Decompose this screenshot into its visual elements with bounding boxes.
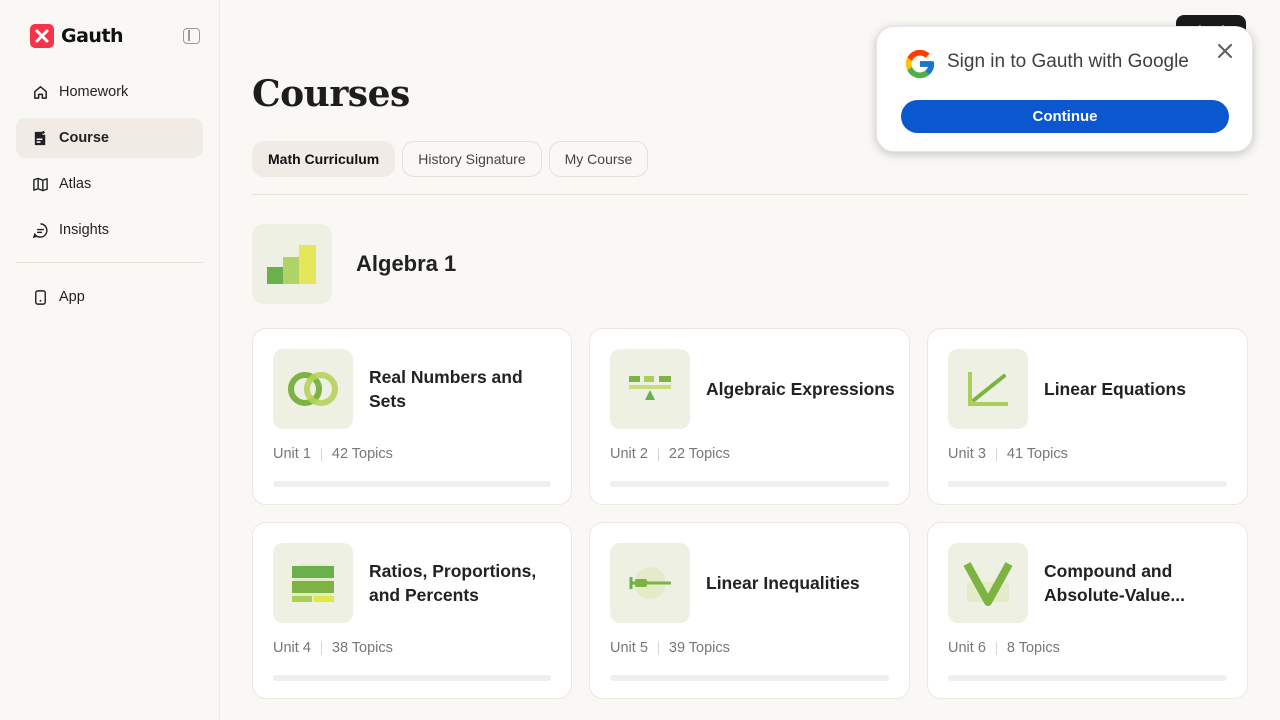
unit-number: Unit 5 (610, 640, 648, 656)
unit-card[interactable]: Ratios, Proportions, and Percents Unit 4… (252, 522, 572, 699)
unit-progress-bar (273, 675, 551, 681)
sidebar-item-label: Homework (59, 84, 129, 100)
map-icon (33, 177, 48, 191)
unit-number: Unit 2 (610, 446, 648, 462)
unit-number: Unit 4 (273, 640, 311, 656)
tab-math-curriculum[interactable]: Math Curriculum (252, 141, 396, 177)
sidebar-item-homework[interactable]: Homework (16, 72, 203, 112)
phone-icon (35, 289, 46, 305)
sidebar: Gauth Homework Course Atlas Insights App (0, 0, 220, 720)
sidebar-item-label: Course (59, 130, 109, 146)
insights-icon (32, 222, 48, 238)
unit-topics: 39 Topics (668, 640, 730, 656)
unit-topics: 38 Topics (331, 640, 393, 656)
sidebar-item-insights[interactable]: Insights (16, 210, 203, 250)
unit-card[interactable]: Linear Inequalities Unit 5 39 Topics (589, 522, 910, 699)
unit-topics: 8 Topics (1006, 640, 1060, 656)
sidebar-item-label: Atlas (59, 176, 92, 192)
gauth-logo[interactable]: Gauth (30, 24, 124, 48)
unit-topics: 42 Topics (331, 446, 393, 462)
unit-meta: Unit 1 42 Topics (273, 446, 393, 462)
popup-title: Sign in to Gauth with Google (947, 51, 1189, 72)
unit-progress-bar (610, 481, 889, 487)
unit-progress-bar (948, 481, 1227, 487)
unit-meta: Unit 4 38 Topics (273, 640, 393, 656)
unit-meta: Unit 2 22 Topics (610, 446, 730, 462)
unit-progress-bar (610, 675, 889, 681)
page-title: Courses (252, 73, 410, 115)
unit-grid: Real Numbers and Sets Unit 1 42 Topics Al… (252, 328, 1248, 699)
unit-title: Algebraic Expressions (706, 379, 895, 399)
unit-meta: Unit 5 39 Topics (610, 640, 730, 656)
unit-title: Linear Equations (1044, 379, 1186, 399)
sidebar-item-label: App (59, 289, 85, 305)
unit-number: Unit 1 (273, 446, 311, 462)
unit-title: Real Numbers and Sets (369, 367, 523, 411)
course-header: Algebra 1 (252, 224, 456, 304)
tabs-divider (252, 194, 1248, 195)
sidebar-item-course[interactable]: Course (16, 118, 203, 158)
tab-history-signature[interactable]: History Signature (402, 141, 542, 177)
sidebar-collapse-icon[interactable] (183, 28, 200, 44)
unit-card[interactable]: Algebraic Expressions Unit 2 22 Topics (589, 328, 910, 505)
google-logo-icon (905, 49, 935, 79)
unit-topics: 22 Topics (668, 446, 730, 462)
balance-icon (610, 349, 690, 429)
course-icon (34, 130, 46, 145)
unit-number: Unit 3 (948, 446, 986, 462)
algebra-bars-icon (252, 224, 332, 304)
unit-title: Compound and Absolute-Value... (1044, 561, 1185, 605)
unit-card[interactable]: Real Numbers and Sets Unit 1 42 Topics (252, 328, 572, 505)
line-graph-icon (948, 349, 1028, 429)
unit-card[interactable]: Linear Equations Unit 3 41 Topics (927, 328, 1248, 505)
sidebar-item-atlas[interactable]: Atlas (16, 164, 203, 204)
course-title: Algebra 1 (356, 251, 457, 276)
tab-my-course[interactable]: My Course (548, 141, 649, 177)
unit-topics: 41 Topics (1006, 446, 1068, 462)
rings-icon (273, 349, 353, 429)
unit-progress-bar (273, 481, 551, 487)
number-line-icon (610, 543, 690, 623)
sidebar-nav: Homework Course Atlas Insights App (16, 72, 203, 323)
unit-title: Linear Inequalities (706, 573, 860, 593)
v-shape-icon (948, 543, 1028, 623)
google-signin-popup: Sign in to Gauth with Google Continue (876, 26, 1253, 152)
sidebar-item-app[interactable]: App (16, 277, 203, 317)
unit-number: Unit 6 (948, 640, 986, 656)
app-name: Gauth (61, 25, 124, 47)
unit-progress-bar (948, 675, 1227, 681)
unit-card[interactable]: Compound and Absolute-Value... Unit 6 8 T… (927, 522, 1248, 699)
close-icon[interactable] (1215, 41, 1235, 61)
unit-title: Ratios, Proportions, and Percents (369, 561, 537, 605)
continue-button[interactable]: Continue (901, 100, 1229, 133)
gauth-logo-mark-icon (30, 24, 54, 48)
unit-meta: Unit 6 8 Topics (948, 640, 1060, 656)
sidebar-item-label: Insights (59, 222, 109, 238)
unit-meta: Unit 3 41 Topics (948, 446, 1068, 462)
ratio-blocks-icon (273, 543, 353, 623)
course-tabs: Math Curriculum History Signature My Cou… (252, 141, 649, 177)
nav-divider (16, 262, 203, 263)
home-icon (34, 85, 47, 99)
